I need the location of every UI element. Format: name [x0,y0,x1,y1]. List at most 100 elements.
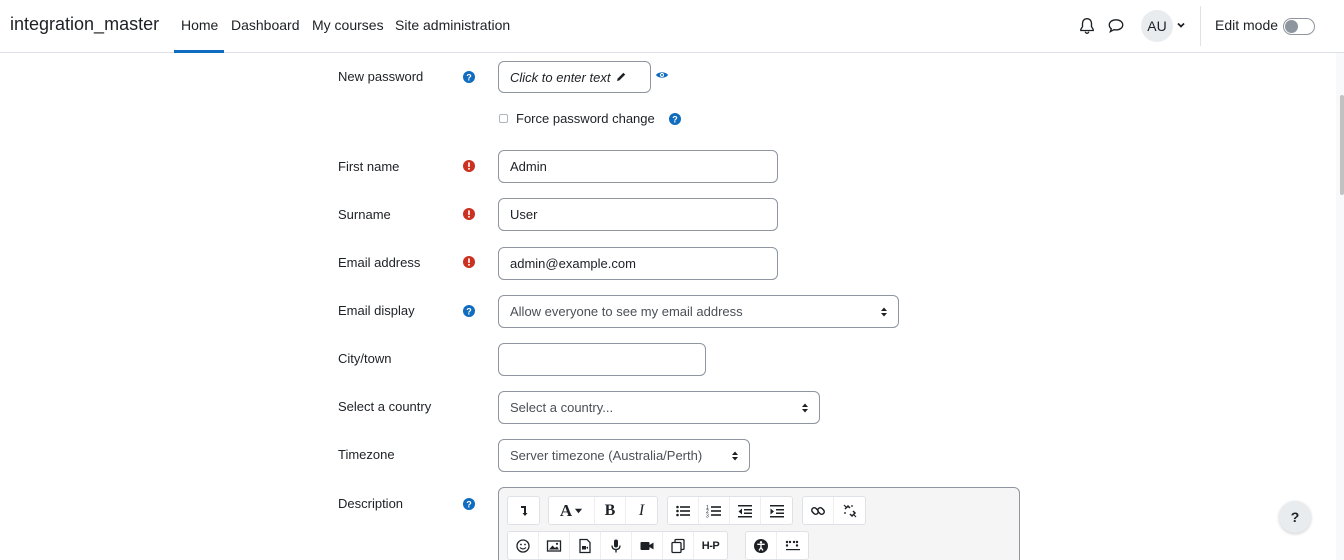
edit-mode-label: Edit mode [1215,17,1279,33]
nav-my-courses[interactable]: My courses [312,17,384,33]
toolbar-toggle-button[interactable] [508,497,539,524]
outdent-icon [738,504,752,517]
svg-text:?: ? [466,307,472,317]
toolbar-group-links [802,496,866,525]
copy-files-icon [671,538,685,553]
link-icon [811,506,825,515]
unordered-list-button[interactable] [668,497,699,524]
force-password-change-checkbox[interactable] [499,114,508,123]
bold-button[interactable]: B [595,497,626,524]
unlink-icon [843,504,856,517]
force-password-change-label[interactable]: Force password change [516,111,655,126]
record-audio-button[interactable] [601,532,632,559]
nav-active-indicator [174,50,224,53]
caret-down-icon [575,508,583,514]
bell-icon[interactable] [1078,17,1096,35]
chat-bubble-icon[interactable] [1107,17,1125,35]
scrollbar-thumb[interactable] [1340,95,1344,195]
record-video-button[interactable] [632,532,663,559]
email-display-select[interactable]: Allow everyone to see my email address [498,295,899,328]
surname-label: Surname [338,207,391,222]
select-arrows-icon [732,451,738,461]
image-button[interactable] [539,532,570,559]
first-name-input[interactable]: Admin [498,150,778,183]
select-arrows-icon [802,403,808,413]
timezone-select[interactable]: Server timezone (Australia/Perth) [498,439,750,472]
email-display-value: Allow everyone to see my email address [510,304,743,319]
image-icon [546,539,562,552]
toggle-knob [1285,20,1298,33]
font-style-glyph: A [559,500,573,520]
toolbar-toggle-icon [520,505,527,516]
h5p-button[interactable]: H-P [694,532,727,559]
city-town-label: City/town [338,351,392,366]
click-to-enter-text: Click to enter text [510,69,611,85]
indent-icon [769,504,784,517]
chevron-down-icon[interactable] [1176,20,1186,30]
timezone-label: Timezone [338,447,395,462]
surname-input[interactable]: User [498,198,778,231]
svg-text:?: ? [466,500,472,510]
nav-divider [1200,6,1201,46]
email-address-input[interactable]: admin@example.com [498,247,778,280]
top-navbar: integration_master Home Dashboard My cou… [0,0,1344,53]
new-password-field[interactable]: Click to enter text [498,61,651,93]
braille-icon [785,540,800,550]
microphone-icon [611,539,621,552]
indent-button[interactable] [761,497,792,524]
reveal-password-eye-icon[interactable] [655,69,669,81]
edit-mode-toggle[interactable] [1283,18,1315,35]
pencil-icon [617,72,626,81]
description-editor[interactable]: A B I 123 H-P [498,487,1020,560]
ordered-list-icon: 123 [706,505,721,519]
toolbar-group-accessibility [745,531,809,560]
email-display-label: Email display [338,303,415,318]
media-file-button[interactable] [570,532,601,559]
timezone-value: Server timezone (Australia/Perth) [510,448,703,463]
site-brand[interactable]: integration_master [10,14,159,35]
toolbar-group-format: A B I [548,496,658,525]
svg-text:?: ? [672,115,678,125]
svg-text:?: ? [466,73,472,83]
font-style-button[interactable]: A [549,497,595,524]
required-icon [463,256,475,268]
help-icon[interactable]: ? [463,305,475,317]
email-address-label: Email address [338,255,421,270]
nav-home[interactable]: Home [181,17,218,33]
description-label: Description [338,496,404,511]
screenreader-helper-button[interactable] [777,532,808,559]
help-icon[interactable]: ? [669,113,681,125]
help-icon[interactable]: ? [463,498,475,510]
required-icon [463,208,475,220]
ordered-list-button[interactable]: 123 [699,497,730,524]
nav-site-administration[interactable]: Site administration [395,17,510,33]
help-icon[interactable]: ? [463,71,475,83]
country-value: Select a country... [510,400,614,415]
italic-glyph: I [638,501,645,519]
manage-files-button[interactable] [663,532,694,559]
city-town-input[interactable] [498,343,706,376]
h5p-glyph: H-P [701,539,720,552]
nav-dashboard[interactable]: Dashboard [231,17,300,33]
link-button[interactable] [803,497,834,524]
new-password-label: New password [338,69,424,84]
smiley-icon [516,538,530,553]
select-arrows-icon [881,307,887,317]
required-icon [463,160,475,172]
accessibility-icon [754,538,768,553]
user-avatar[interactable]: AU [1141,10,1173,42]
accessibility-checker-button[interactable] [746,532,777,559]
outdent-button[interactable] [730,497,761,524]
footer-help-button[interactable]: ? [1279,501,1311,533]
unordered-list-icon [676,505,690,516]
video-camera-icon [640,541,654,550]
country-select[interactable]: Select a country... [498,391,820,424]
first-name-label: First name [338,159,400,174]
italic-button[interactable]: I [626,497,657,524]
media-file-icon [579,538,591,553]
toolbar-group-toggle [507,496,540,525]
emoji-button[interactable] [508,532,539,559]
unlink-button[interactable] [834,497,865,524]
bold-glyph: B [604,501,616,519]
svg-text:3: 3 [706,513,709,519]
